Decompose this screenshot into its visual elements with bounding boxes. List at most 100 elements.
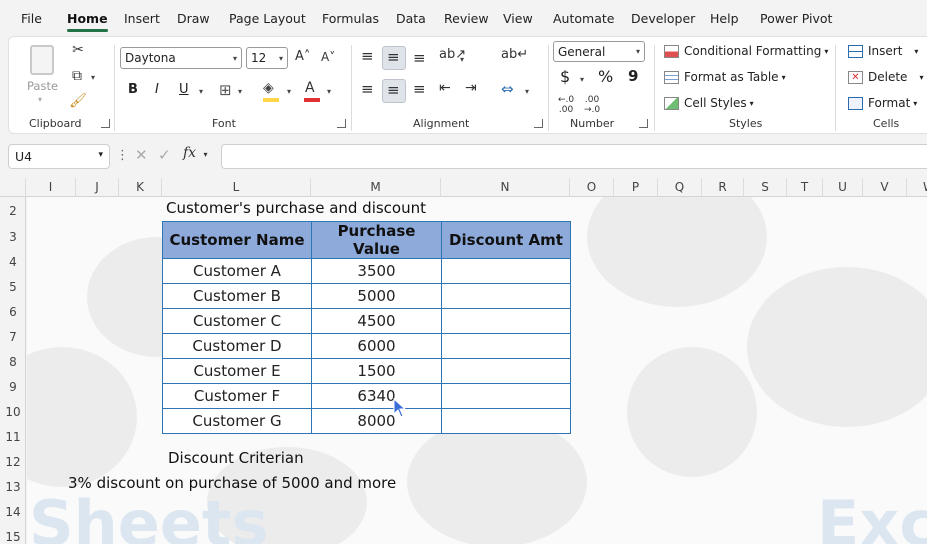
more-options-icon[interactable]: ⋮ [116,148,129,163]
alignment-launcher-icon[interactable] [534,119,543,128]
border-icon[interactable]: ⊞ [219,81,232,99]
row-header[interactable]: 3 [0,230,26,244]
enter-icon[interactable]: ✓ [158,146,171,164]
row-header[interactable]: 7 [0,330,26,344]
decrease-decimal-icon[interactable]: .00 →.0 [584,95,600,115]
font-launcher-icon[interactable] [337,119,346,128]
purchase-value-cell[interactable]: 4500 [311,308,442,334]
discount-amt-cell[interactable] [441,383,571,409]
customer-name-cell[interactable]: Customer D [162,333,312,359]
row-header[interactable]: 15 [0,530,26,544]
column-header[interactable]: P [614,178,658,197]
font-size-select[interactable]: 12 ▾ [246,47,288,69]
fill-color-icon[interactable]: ◈ [263,80,274,96]
row-header[interactable]: 10 [0,405,26,419]
purchase-value-cell[interactable]: 8000 [311,408,442,434]
copy-icon[interactable]: ⧉ [68,68,86,84]
header-customer-name[interactable]: Customer Name [162,221,312,259]
increase-font-icon[interactable]: A˄ [295,49,310,64]
menu-developer[interactable]: Developer [631,11,695,26]
discount-amt-cell[interactable] [441,258,571,284]
currency-button[interactable]: $ [560,67,570,86]
column-header[interactable]: L [162,178,311,197]
chevron-down-icon[interactable]: ▾ [525,87,529,96]
column-header[interactable]: K [119,178,162,197]
header-purchase-value[interactable]: Purchase Value [311,221,442,259]
discount-amt-cell[interactable] [441,358,571,384]
name-box[interactable]: U4 ▾ [8,144,110,169]
chevron-down-icon[interactable]: ▾ [327,87,331,96]
menu-view[interactable]: View [503,11,533,26]
chevron-down-icon[interactable]: ▾ [238,87,242,96]
row-header[interactable]: 8 [0,355,26,369]
increase-decimal-icon[interactable]: ←.0.00 [558,95,574,115]
purchase-value-cell[interactable]: 6000 [311,333,442,359]
discount-amt-cell[interactable] [441,308,571,334]
discount-amt-cell[interactable] [441,408,571,434]
menu-automate[interactable]: Automate [553,11,614,26]
cancel-icon[interactable]: ✕ [135,146,148,164]
discount-amt-cell[interactable] [441,333,571,359]
chevron-down-icon[interactable]: ▾ [199,87,203,96]
customer-name-cell[interactable]: Customer E [162,358,312,384]
row-header[interactable]: 9 [0,380,26,394]
number-format-select[interactable]: General ▾ [553,41,645,62]
customer-name-cell[interactable]: Customer G [162,408,312,434]
decrease-indent-icon[interactable]: ⇤ [439,80,451,96]
menu-data[interactable]: Data [396,11,426,26]
font-family-select[interactable]: Daytona ▾ [120,47,242,69]
discount-amt-cell[interactable] [441,283,571,309]
menu-page-layout[interactable]: Page Layout [229,11,306,26]
column-header[interactable]: J [76,178,119,197]
column-header[interactable]: M [311,178,441,197]
increase-indent-icon[interactable]: ⇥ [465,80,477,96]
merge-center-icon[interactable]: ⇔ [501,80,514,98]
row-header[interactable]: 14 [0,505,26,519]
column-header[interactable]: U [823,178,863,197]
insert-cells-button[interactable]: Insert ▾ [848,44,918,58]
menu-home[interactable]: Home [67,11,108,32]
menu-insert[interactable]: Insert [124,11,160,26]
purchase-value-cell[interactable]: 3500 [311,258,442,284]
format-as-table-button[interactable]: Format as Table ▾ [664,70,786,84]
row-header[interactable]: 4 [0,255,26,269]
row-header[interactable]: 5 [0,280,26,294]
cell-styles-button[interactable]: Cell Styles ▾ [664,96,754,110]
row-header[interactable]: 2 [0,204,26,218]
customer-name-cell[interactable]: Customer B [162,283,312,309]
purchase-value-cell[interactable]: 1500 [311,358,442,384]
chevron-down-icon[interactable]: ▾ [91,73,95,82]
column-header[interactable]: S [744,178,787,197]
row-header[interactable]: 11 [0,430,26,444]
column-header[interactable]: N [441,178,570,197]
column-header[interactable]: I [26,178,76,197]
customer-name-cell[interactable]: Customer C [162,308,312,334]
select-all-corner[interactable] [0,178,26,197]
cut-icon[interactable]: ✂ [69,42,87,58]
underline-button[interactable]: U [179,82,189,97]
number-launcher-icon[interactable] [639,119,648,128]
menu-formulas[interactable]: Formulas [322,11,379,26]
italic-button[interactable]: I [155,82,159,97]
column-header[interactable]: R [702,178,744,197]
menu-power-pivot[interactable]: Power Pivot [760,11,832,26]
format-cells-button[interactable]: Format ▾ [848,96,917,110]
insert-function-button[interactable]: fx ▾ [183,145,208,161]
wrap-text-icon[interactable]: ab↵ [501,47,528,62]
chevron-down-icon[interactable]: ▾ [287,87,291,96]
purchase-value-cell[interactable]: 5000 [311,283,442,309]
format-painter-icon[interactable]: 🖌 [69,93,87,109]
comma-button[interactable]: 9 [628,67,638,85]
column-header[interactable]: Q [658,178,702,197]
chevron-down-icon[interactable]: ▾ [460,55,464,64]
column-header[interactable]: O [570,178,614,197]
font-color-icon[interactable]: A [305,80,315,96]
chevron-down-icon[interactable]: ▾ [580,75,584,84]
clipboard-launcher-icon[interactable] [101,119,110,128]
row-header[interactable]: 6 [0,305,26,319]
percent-button[interactable]: % [598,67,613,86]
purchase-value-cell[interactable]: 6340 [311,383,442,409]
align-top-icon[interactable]: ≡ [361,47,374,65]
bold-button[interactable]: B [128,82,138,97]
header-discount-amt[interactable]: Discount Amt [441,221,571,259]
